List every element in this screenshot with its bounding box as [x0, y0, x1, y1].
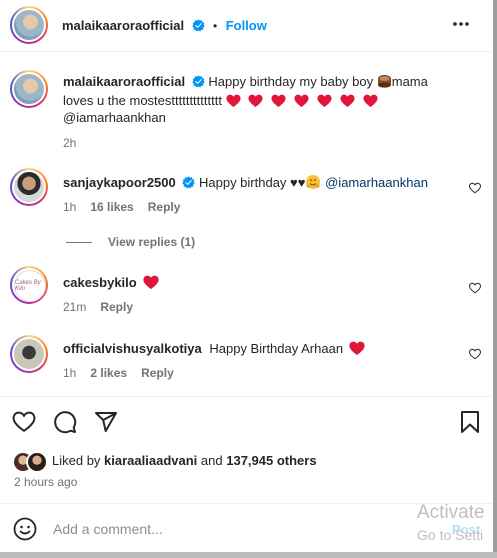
comment-time: 1h — [63, 366, 77, 380]
comment-input[interactable]: Add a comment... — [53, 521, 163, 537]
separator-dot: • — [213, 19, 218, 33]
save-bookmark-icon[interactable] — [458, 410, 482, 434]
cake-emoji-icon — [377, 75, 391, 88]
liked-by-prefix: Liked by — [52, 453, 101, 468]
view-replies-button[interactable]: View replies (1) — [66, 235, 195, 249]
heart-emoji-icon — [294, 94, 309, 107]
comment-body: Happy birthday ♥♥ — [198, 175, 306, 190]
like-comment-icon[interactable] — [469, 282, 481, 294]
author-avatar[interactable] — [10, 6, 48, 44]
replies-divider-line — [66, 242, 92, 244]
comment-avatar[interactable] — [10, 168, 48, 206]
comment-username[interactable]: officialvishusyalkotiya — [63, 341, 202, 356]
post-header: malaikaaroraofficial • Follow — [0, 0, 493, 52]
caption-body-3: loves u the mostestttttttttttttt — [63, 93, 222, 108]
post-comment-button[interactable]: Post — [452, 522, 480, 537]
reply-button[interactable]: Reply — [100, 300, 133, 314]
hugging-face-emoji-icon — [306, 175, 321, 189]
emoji-picker-icon[interactable] — [13, 517, 37, 541]
comment-likes[interactable]: 16 likes — [90, 200, 133, 214]
post-actions-bar — [12, 410, 487, 436]
heart-emoji-icon — [340, 94, 355, 107]
comment-meta: 1h 16 likes Reply — [63, 200, 194, 214]
reply-button[interactable]: Reply — [148, 200, 181, 214]
comment-username[interactable]: cakesbykilo — [63, 275, 137, 290]
liked-by-and: and — [200, 453, 223, 468]
verified-badge-icon — [182, 176, 196, 189]
reply-button[interactable]: Reply — [141, 366, 174, 380]
caption-body-1: Happy birthday my baby boy — [208, 74, 377, 89]
comment-username[interactable]: sanjaykapoor2500 — [63, 175, 176, 190]
heart-emoji-icon — [271, 94, 286, 107]
caption-mention[interactable]: @iamarhaankhan — [63, 109, 166, 127]
heart-emoji-icon — [363, 94, 378, 107]
caption-line-2: loves u the mostestttttttttttttt — [63, 91, 378, 110]
more-options-icon[interactable] — [451, 14, 471, 39]
caption-body-2: mama — [391, 74, 428, 89]
comment-avatar[interactable]: Cakes By Kilo — [10, 266, 48, 304]
comment-meta: 1h 2 likes Reply — [63, 366, 188, 380]
liked-by-text: Liked by kiaraaliaadvani and 137,945 oth… — [52, 453, 317, 468]
share-icon[interactable] — [94, 410, 118, 434]
header-username[interactable]: malaikaaroraofficial — [62, 18, 184, 33]
caption-time: 2h — [63, 136, 77, 150]
comment-text: cakesbykilo — [63, 274, 159, 292]
like-comment-icon[interactable] — [469, 182, 481, 194]
like-post-icon[interactable] — [12, 410, 36, 434]
comment-text: sanjaykapoor2500 Happy birthday ♥♥ @iama… — [63, 174, 428, 192]
heart-emoji-icon — [143, 275, 159, 289]
comment-text: officialvishusyalkotiya Happy Birthday A… — [63, 340, 365, 358]
follow-button[interactable]: Follow — [226, 18, 267, 33]
section-divider — [0, 396, 493, 397]
like-comment-icon[interactable] — [469, 348, 481, 360]
add-comment-bar: Add a comment... Post — [0, 503, 493, 554]
liked-by-user[interactable]: kiaraaliaadvani — [104, 453, 197, 468]
comment-likes[interactable]: 2 likes — [90, 366, 127, 380]
liker-avatar[interactable] — [26, 451, 48, 473]
red-hearts-emoji — [226, 92, 378, 108]
comment-avatar[interactable] — [10, 335, 48, 373]
verified-badge-icon — [191, 19, 205, 32]
view-replies-label: View replies (1) — [108, 235, 196, 249]
caption-text: malaikaaroraofficial Happy birthday my b… — [63, 73, 463, 91]
cakes-logo: Cakes By Kilo — [14, 270, 46, 302]
liked-by-others[interactable]: 137,945 others — [226, 453, 316, 468]
caption-avatar[interactable] — [10, 70, 48, 108]
heart-emoji-icon — [248, 94, 264, 107]
comment-meta: 21m Reply — [63, 300, 147, 314]
comment-body: Happy Birthday Arhaan — [209, 341, 344, 356]
heart-emoji-icon — [349, 341, 365, 355]
window-frame-right — [493, 0, 497, 558]
comment-icon[interactable] — [53, 410, 77, 434]
heart-emoji-icon — [226, 94, 241, 107]
comment-time: 1h — [63, 200, 77, 214]
verified-badge-icon — [192, 75, 205, 88]
caption-username[interactable]: malaikaaroraofficial — [63, 74, 185, 89]
post-timestamp: 2 hours ago — [14, 475, 78, 489]
comment-mention[interactable]: @iamarhaankhan — [325, 175, 428, 190]
heart-emoji-icon — [317, 94, 332, 107]
comment-time: 21m — [63, 300, 87, 314]
